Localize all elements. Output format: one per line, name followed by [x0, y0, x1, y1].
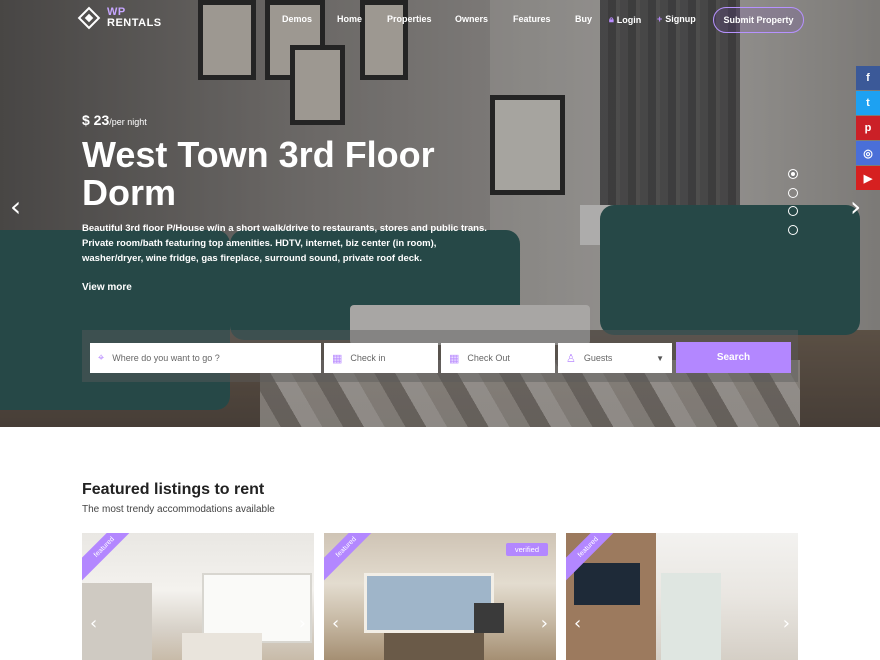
- logo-diamond-icon: [77, 6, 101, 30]
- listing-card[interactable]: featured ‹ ›: [566, 533, 798, 660]
- plus-icon: +: [657, 14, 663, 24]
- check-out-input[interactable]: ▦ Check Out: [441, 343, 555, 373]
- check-in-input[interactable]: ▦ Check in: [324, 343, 438, 373]
- signup-link[interactable]: + Signup: [657, 14, 696, 24]
- slider-pagination: [788, 169, 798, 243]
- lock-icon: 🔒︎: [609, 14, 614, 24]
- card-prev-arrow-icon[interactable]: ‹: [332, 613, 339, 634]
- youtube-icon[interactable]: ▶: [856, 166, 880, 190]
- view-more-link[interactable]: View more: [82, 282, 132, 293]
- hero-description: Beautiful 3rd floor P/House w/in a short…: [82, 223, 487, 264]
- where-input[interactable]: ⌖ Where do you want to go ?: [90, 343, 321, 373]
- social-share-bar: f t p ◎ ▶: [856, 66, 880, 191]
- verified-badge: verified: [505, 543, 548, 556]
- featured-section-subtitle: The most trendy accommodations available: [82, 504, 275, 515]
- slider-prev-arrow-icon[interactable]: ‹: [10, 193, 30, 221]
- search-button[interactable]: Search: [676, 342, 791, 373]
- slider-next-arrow-icon[interactable]: ›: [850, 193, 870, 221]
- calendar-icon: ▦: [449, 352, 460, 365]
- card-tv: [574, 563, 640, 605]
- site-logo[interactable]: WP RENTALS: [77, 6, 162, 30]
- search-bar: ⌖ Where do you want to go ? ▦ Check in ▦…: [82, 330, 798, 382]
- top-navigation: WP RENTALS Demos Home Properties Owners …: [0, 0, 880, 40]
- featured-ribbon: featured: [82, 533, 138, 581]
- hero-price: $ 23/per night: [82, 112, 147, 130]
- submit-property-button[interactable]: Submit Property: [713, 7, 804, 33]
- featured-section-title: Featured listings to rent: [82, 481, 265, 498]
- hero-title[interactable]: West Town 3rd Floor Dorm: [82, 136, 502, 212]
- listing-card[interactable]: featured verified ‹ ›: [324, 533, 556, 660]
- price-amount: $ 23: [82, 112, 110, 128]
- card-next-arrow-icon[interactable]: ›: [541, 613, 548, 634]
- login-label: Login: [616, 14, 642, 25]
- price-unit: /per night: [109, 117, 147, 127]
- card-window: [661, 573, 721, 660]
- nav-item-buy[interactable]: Buy: [575, 14, 592, 24]
- nav-item-properties[interactable]: Properties: [387, 14, 432, 24]
- where-placeholder: Where do you want to go ?: [112, 353, 220, 363]
- nav-item-features[interactable]: Features: [513, 14, 551, 24]
- card-prev-arrow-icon[interactable]: ‹: [574, 613, 581, 634]
- nav-item-owners[interactable]: Owners: [455, 14, 488, 24]
- pinterest-icon[interactable]: p: [856, 116, 880, 140]
- card-fireplace: [474, 603, 504, 633]
- slider-dot[interactable]: [788, 224, 798, 235]
- card-sofa: [384, 633, 484, 660]
- login-link[interactable]: 🔒︎ Login: [609, 14, 641, 25]
- chevron-down-icon: ▼: [656, 353, 664, 363]
- check-out-placeholder: Check Out: [467, 353, 510, 363]
- instagram-icon[interactable]: ◎: [856, 141, 880, 165]
- slider-dot[interactable]: [788, 206, 798, 216]
- nav-item-home[interactable]: Home: [337, 14, 362, 24]
- calendar-icon: ▦: [332, 352, 343, 365]
- guests-placeholder: Guests: [583, 353, 613, 363]
- slider-dot[interactable]: [788, 169, 798, 179]
- slider-dot[interactable]: [788, 187, 798, 198]
- listing-card[interactable]: featured ‹ ›: [82, 533, 314, 660]
- card-prev-arrow-icon[interactable]: ‹: [90, 613, 97, 634]
- card-next-arrow-icon[interactable]: ›: [783, 613, 790, 634]
- guests-select[interactable]: ♙ Guests ▼: [558, 343, 672, 373]
- facebook-icon[interactable]: f: [856, 66, 880, 90]
- logo-text: WP RENTALS: [107, 7, 162, 29]
- user-icon: ♙: [566, 352, 576, 365]
- map-pin-icon: ⌖: [98, 351, 105, 364]
- twitter-icon[interactable]: t: [856, 91, 880, 115]
- nav-item-demos[interactable]: Demos: [282, 14, 312, 24]
- signup-label: Signup: [665, 14, 696, 24]
- check-in-placeholder: Check in: [350, 353, 386, 363]
- card-next-arrow-icon[interactable]: ›: [299, 613, 306, 634]
- card-sofa: [182, 633, 262, 660]
- logo-text-bottom: RENTALS: [107, 17, 162, 29]
